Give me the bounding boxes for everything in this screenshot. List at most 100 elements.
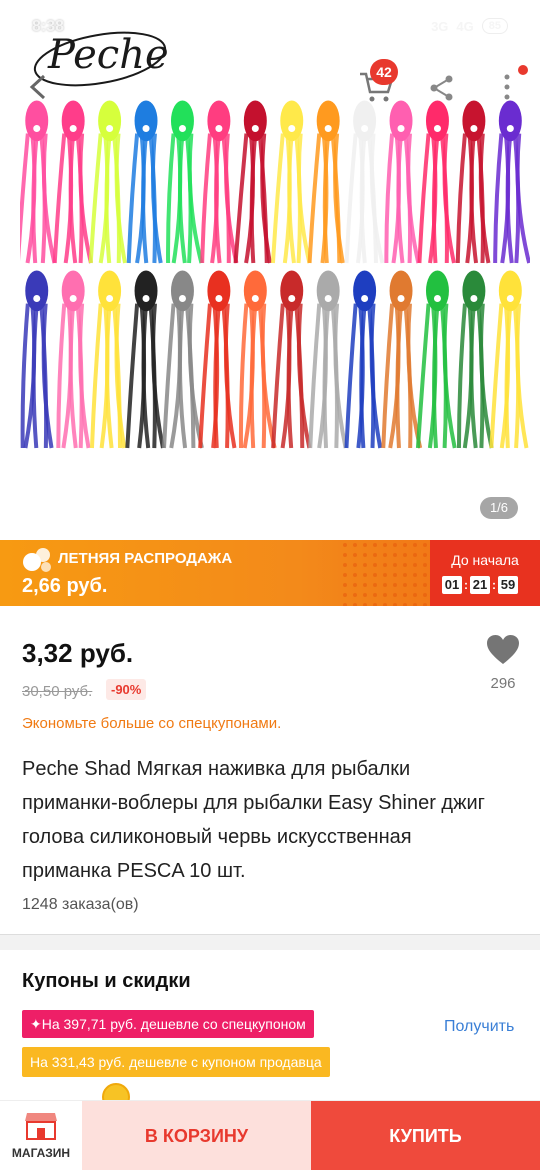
sale-banner[interactable]: ЛЕТНЯЯ РАСПРОДАЖА 2,66 руб. До начала 01… bbox=[0, 540, 540, 606]
lure-eye bbox=[252, 125, 259, 132]
pattern-dot bbox=[373, 563, 377, 567]
lure-tentacle bbox=[459, 304, 465, 448]
lure-eye bbox=[179, 125, 186, 132]
product-photo bbox=[20, 95, 530, 455]
more-options-icon[interactable] bbox=[500, 72, 514, 102]
pattern-dot bbox=[343, 603, 347, 606]
lure-tentacle bbox=[168, 134, 174, 263]
pattern-dot bbox=[363, 603, 367, 606]
pattern-dot bbox=[403, 583, 407, 587]
product-image-carousel[interactable]: Peche 42 1/6 bbox=[0, 0, 540, 540]
pattern-dot bbox=[363, 543, 367, 547]
lure-eye bbox=[507, 125, 514, 132]
countdown-label: До начала bbox=[442, 552, 528, 568]
pattern-dot bbox=[353, 583, 357, 587]
back-arrow-icon[interactable] bbox=[24, 72, 54, 102]
special-coupon-badge[interactable]: ✦На 397,71 руб. дешевле со спецкупоном bbox=[22, 1010, 314, 1038]
pattern-dot bbox=[413, 573, 417, 577]
pattern-dot bbox=[353, 543, 357, 547]
pattern-dot bbox=[343, 583, 347, 587]
lure-eye bbox=[106, 125, 113, 132]
lure-tentacle bbox=[127, 304, 137, 448]
countdown-timer: 01 : 21 : 59 bbox=[442, 576, 518, 594]
lure-tentacle bbox=[58, 304, 64, 448]
pattern-dot bbox=[353, 603, 357, 606]
lure-tentacle bbox=[92, 304, 101, 448]
lure-tentacle bbox=[491, 304, 501, 448]
get-coupons-link[interactable]: Получить bbox=[444, 1018, 514, 1036]
countdown-separator: : bbox=[492, 578, 496, 592]
pattern-dot bbox=[353, 563, 357, 567]
lure-tentacle bbox=[289, 304, 292, 448]
lure-tentacle bbox=[458, 134, 465, 263]
share-icon[interactable] bbox=[428, 74, 456, 102]
lure-tentacle bbox=[55, 134, 65, 263]
coupons-heading: Купоны и скидки bbox=[22, 970, 191, 993]
pattern-dot bbox=[383, 603, 387, 606]
sale-price: 2,66 руб. bbox=[22, 575, 107, 598]
lure-eye bbox=[361, 295, 368, 302]
current-price: 3,32 руб. bbox=[22, 638, 133, 669]
pattern-dot bbox=[413, 543, 417, 547]
store-button[interactable]: МАГАЗИН bbox=[0, 1101, 82, 1170]
lure-eye bbox=[325, 295, 332, 302]
lure-tentacle bbox=[34, 304, 37, 448]
lure-tentacle bbox=[216, 134, 220, 263]
lure-eye bbox=[179, 295, 186, 302]
image-counter: 1/6 bbox=[480, 497, 518, 519]
pattern-dot bbox=[343, 553, 347, 557]
pattern-dot bbox=[423, 583, 427, 587]
lure-eye bbox=[215, 295, 222, 302]
pattern-dot bbox=[393, 593, 397, 597]
countdown-separator: : bbox=[464, 578, 468, 592]
lure-tentacle bbox=[71, 304, 76, 448]
buy-now-button[interactable]: КУПИТЬ bbox=[311, 1101, 540, 1170]
lure-tentacle bbox=[347, 134, 356, 263]
pattern-dot bbox=[413, 563, 417, 567]
order-count: 1248 заказа(ов) bbox=[22, 896, 139, 914]
pattern-dot bbox=[353, 573, 357, 577]
lure-tentacle bbox=[20, 134, 28, 263]
pattern-dot bbox=[423, 573, 427, 577]
pattern-dot bbox=[403, 543, 407, 547]
seller-coupon-badge[interactable]: На 331,43 руб. дешевле с купоном продавц… bbox=[22, 1047, 330, 1077]
lure-tentacle bbox=[495, 134, 501, 263]
pattern-dot bbox=[393, 543, 397, 547]
wishlist-heart-icon[interactable] bbox=[486, 634, 520, 666]
lure-eye bbox=[143, 295, 150, 302]
lure-tentacle bbox=[129, 134, 137, 263]
lure-eye bbox=[325, 125, 332, 132]
pattern-dot bbox=[403, 563, 407, 567]
lure-tentacle bbox=[418, 304, 429, 448]
lure-eye bbox=[361, 125, 368, 132]
pattern-dot bbox=[393, 563, 397, 567]
discount-badge: -90% bbox=[106, 679, 146, 700]
lure-eye bbox=[106, 295, 113, 302]
product-title: Peche Shad Мягкая наживка для рыбалки пр… bbox=[22, 752, 502, 888]
lure-tentacle bbox=[252, 134, 256, 263]
countdown-panel bbox=[430, 540, 540, 606]
lure-eye bbox=[143, 125, 150, 132]
add-to-cart-button[interactable]: В КОРЗИНУ bbox=[82, 1101, 311, 1170]
lure-tentacle bbox=[386, 134, 392, 263]
lure-tentacle bbox=[273, 304, 283, 448]
lure-eye bbox=[470, 125, 477, 132]
store-icon bbox=[24, 1111, 58, 1141]
pattern-dot bbox=[413, 553, 417, 557]
pattern-dot bbox=[363, 553, 367, 557]
pattern-dot bbox=[393, 553, 397, 557]
pattern-dot bbox=[343, 543, 347, 547]
pattern-dot bbox=[343, 563, 347, 567]
pattern-dot bbox=[373, 593, 377, 597]
lure-tentacle bbox=[310, 304, 319, 448]
coupon-hint[interactable]: Экономьте больше со спецкупонами. bbox=[22, 715, 281, 732]
lure-tentacle bbox=[143, 134, 146, 263]
lure-tentacle bbox=[180, 134, 185, 263]
countdown-seconds: 59 bbox=[498, 576, 518, 594]
lure-tentacle bbox=[236, 134, 247, 263]
pattern-dot bbox=[423, 603, 427, 606]
lure-eye bbox=[252, 295, 259, 302]
lure-eye bbox=[215, 125, 222, 132]
lure-eye bbox=[470, 295, 477, 302]
pattern-dot bbox=[423, 563, 427, 567]
